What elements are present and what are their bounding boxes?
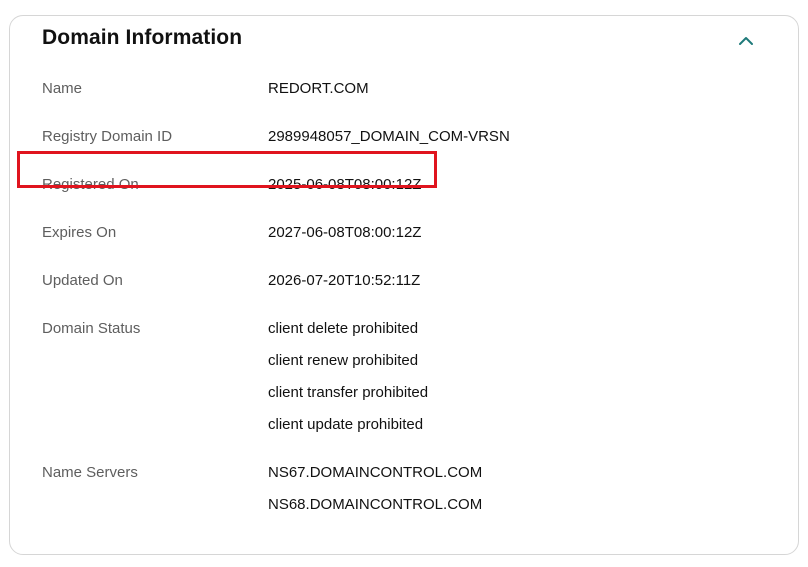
field-label-registered-on: Registered On	[42, 176, 139, 193]
domain-information-card: Domain Information Name REDORT.COM Regis…	[9, 15, 799, 555]
field-label-expires-on: Expires On	[42, 224, 117, 241]
chevron-up-icon	[739, 37, 753, 45]
field-label-domain-status: Domain Status	[42, 320, 141, 337]
field-label-name-servers: Name Servers	[42, 464, 138, 481]
field-value-domain-status: client renew prohibited	[268, 352, 419, 369]
field-row-expires-on: Expires On 2027-06-08T08:00:12Z	[10, 224, 798, 248]
field-value-registry-domain-id: 2989948057_DOMAIN_COM-VRSN	[268, 128, 510, 145]
field-value-registered-on: 2025-06-08T08:00:12Z	[268, 176, 422, 193]
field-value-name-server: NS67.DOMAINCONTROL.COM	[268, 464, 483, 481]
field-label-name: Name	[42, 80, 83, 97]
field-row-registry-domain-id: Registry Domain ID 2989948057_DOMAIN_COM…	[10, 128, 798, 152]
field-label-updated-on: Updated On	[42, 272, 123, 289]
field-value-domain-status: client transfer prohibited	[268, 384, 429, 401]
field-row-name-servers: NS68.DOMAINCONTROL.COM	[10, 496, 798, 520]
field-row-domain-status: client transfer prohibited	[10, 384, 798, 408]
field-row-name: Name REDORT.COM	[10, 80, 798, 104]
field-value-updated-on: 2026-07-20T10:52:11Z	[268, 272, 421, 289]
field-row-name-servers: Name Servers NS67.DOMAINCONTROL.COM	[10, 464, 798, 488]
field-label-registry-domain-id: Registry Domain ID	[42, 128, 173, 145]
field-value-domain-status: client delete prohibited	[268, 320, 419, 337]
field-value-name-server: NS68.DOMAINCONTROL.COM	[268, 496, 483, 513]
field-value-expires-on: 2027-06-08T08:00:12Z	[268, 224, 422, 241]
card-title: Domain Information	[42, 26, 243, 49]
field-row-domain-status: client renew prohibited	[10, 352, 798, 376]
field-value-domain-status: client update prohibited	[268, 416, 424, 433]
collapse-button[interactable]	[734, 29, 758, 53]
field-row-domain-status: client update prohibited	[10, 416, 798, 440]
field-row-registered-on: Registered On 2025-06-08T08:00:12Z	[10, 176, 798, 200]
field-row-updated-on: Updated On 2026-07-20T10:52:11Z	[10, 272, 798, 296]
field-value-name: REDORT.COM	[268, 80, 369, 97]
field-row-domain-status: Domain Status client delete prohibited	[10, 320, 798, 344]
